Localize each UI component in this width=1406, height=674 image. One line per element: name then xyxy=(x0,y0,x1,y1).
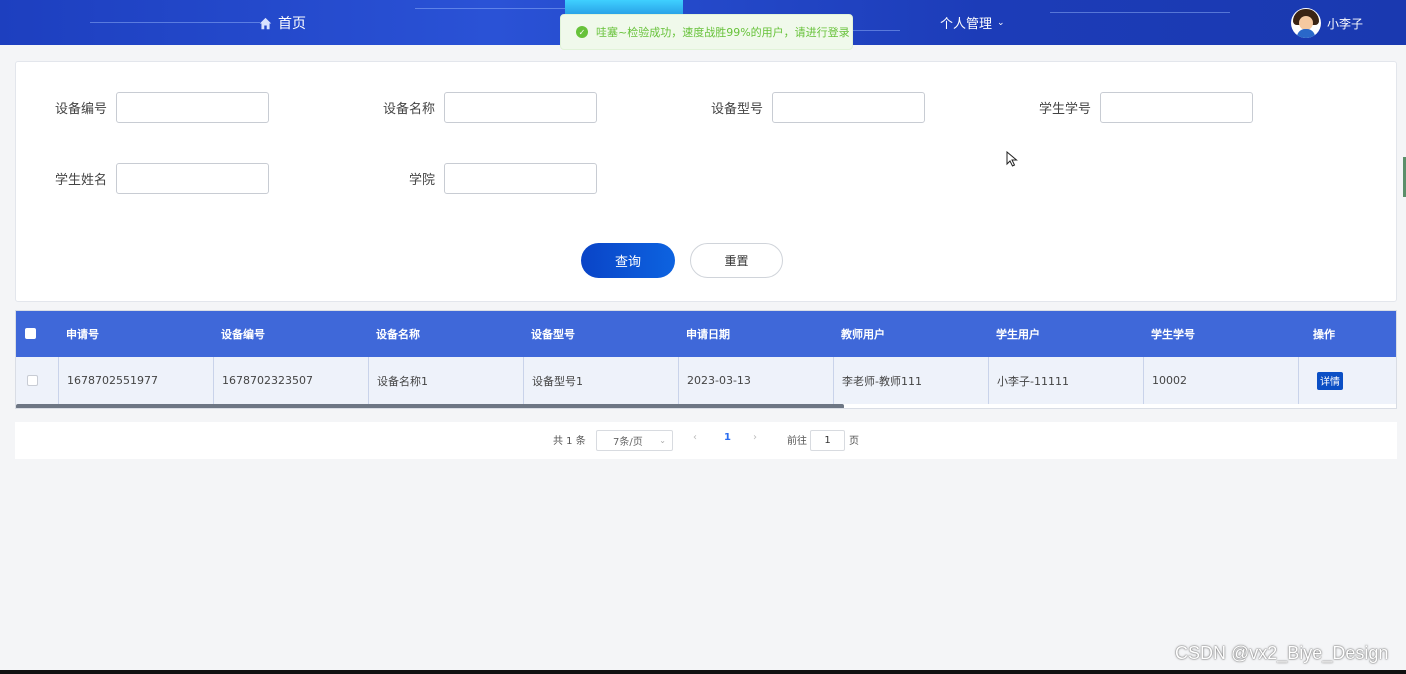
nav-decor-line xyxy=(90,22,260,23)
avatar xyxy=(1291,8,1321,38)
total-count: 共 1 条 xyxy=(553,436,586,447)
column-header: 设备型号 xyxy=(531,328,575,341)
chevron-right-icon[interactable]: › xyxy=(753,432,757,443)
reset-button[interactable]: 重置 xyxy=(690,243,783,278)
page-number-current[interactable]: 1 xyxy=(724,432,731,443)
field-college: 学院 xyxy=(344,163,597,194)
field-student-name: 学生姓名 xyxy=(16,163,269,194)
nav-home-link[interactable]: 首页 xyxy=(259,13,306,33)
nav-decor-line xyxy=(1050,12,1230,13)
query-button[interactable]: 查询 xyxy=(581,243,675,278)
goto-page-input[interactable]: 1 xyxy=(810,430,845,451)
nav-personal-menu[interactable]: 个人管理 ⌄ xyxy=(940,13,1005,32)
field-label: 设备编号 xyxy=(54,102,107,117)
table-cell: 李老师-教师111 xyxy=(833,357,988,404)
field-label: 学院 xyxy=(408,173,435,188)
college-input[interactable] xyxy=(444,163,597,194)
active-tab-glow xyxy=(565,0,683,14)
column-header: 设备编号 xyxy=(221,328,265,341)
table-row: 1678702551977 1678702323507 设备名称1 设备型号1 … xyxy=(16,357,1396,404)
table-cell: 2023-03-13 xyxy=(678,357,833,404)
device-no-input[interactable] xyxy=(116,92,269,123)
table-cell: 1678702323507 xyxy=(213,357,368,404)
user-menu[interactable]: 小李子 xyxy=(1291,8,1363,38)
field-device-model: 设备型号 xyxy=(672,92,925,123)
page-unit-label: 页 xyxy=(849,436,859,447)
page-size-select[interactable]: 7条/页 ⌄ xyxy=(596,430,673,451)
field-label: 设备型号 xyxy=(710,102,763,117)
column-header: 学生用户 xyxy=(996,328,1040,341)
chevron-down-icon: ⌄ xyxy=(659,436,666,445)
goto-label: 前往 xyxy=(787,436,807,447)
table-cell: 小李子-11111 xyxy=(988,357,1143,404)
check-circle-icon: ✓ xyxy=(576,26,588,38)
username: 小李子 xyxy=(1327,16,1364,31)
nav-home-label: 首页 xyxy=(278,16,306,32)
select-all-checkbox[interactable] xyxy=(25,328,36,339)
pagination: 共 1 条 7条/页 ⌄ ‹ 1 › 前往 1 页 xyxy=(15,422,1397,459)
success-toast: ✓ 哇塞~检验成功，速度战胜99%的用户，请进行登录 xyxy=(560,14,853,50)
device-name-input[interactable] xyxy=(444,92,597,123)
chevron-left-icon[interactable]: ‹ xyxy=(693,432,697,443)
watermark-text: CSDN @vx2_Biye_Design xyxy=(1175,643,1389,663)
horizontal-scrollbar[interactable] xyxy=(16,404,844,408)
column-header: 操作 xyxy=(1313,328,1335,341)
column-header: 申请日期 xyxy=(686,328,730,341)
table-cell-actions: 详情 xyxy=(1298,357,1396,404)
device-model-input[interactable] xyxy=(772,92,925,123)
table-cell: 设备型号1 xyxy=(523,357,678,404)
field-device-no: 设备编号 xyxy=(16,92,269,123)
student-name-input[interactable] xyxy=(116,163,269,194)
field-label: 学生学号 xyxy=(1038,102,1091,117)
row-checkbox[interactable] xyxy=(27,375,38,386)
home-icon xyxy=(259,17,272,29)
table-header: 申请号 设备编号 设备名称 设备型号 申请日期 教师用户 学生用户 学生学号 操… xyxy=(16,311,1396,357)
table-cell: 10002 xyxy=(1143,357,1298,404)
column-header: 设备名称 xyxy=(376,328,420,341)
field-label: 设备名称 xyxy=(382,102,435,117)
column-header: 学生学号 xyxy=(1151,328,1195,341)
chevron-down-icon: ⌄ xyxy=(997,17,1005,28)
nav-personal-label: 个人管理 xyxy=(940,17,993,32)
field-student-no: 学生学号 xyxy=(1000,92,1253,123)
page-size-value: 7条/页 xyxy=(613,437,643,448)
field-device-name: 设备名称 xyxy=(344,92,597,123)
column-header: 教师用户 xyxy=(841,328,885,341)
mouse-cursor-icon xyxy=(1006,151,1018,167)
search-panel: 设备编号 设备名称 设备型号 学生学号 学生姓名 学院 查询 重置 xyxy=(15,61,1397,302)
field-label: 学生姓名 xyxy=(54,173,107,188)
table-cell: 1678702551977 xyxy=(58,357,213,404)
student-no-input[interactable] xyxy=(1100,92,1253,123)
nav-decor-line xyxy=(415,8,565,9)
toast-message: 哇塞~检验成功，速度战胜99%的用户，请进行登录 xyxy=(596,26,850,39)
bottom-edge xyxy=(0,670,1406,674)
detail-button[interactable]: 详情 xyxy=(1317,371,1343,390)
table-cell: 设备名称1 xyxy=(368,357,523,404)
column-header: 申请号 xyxy=(66,328,99,341)
data-table: 申请号 设备编号 设备名称 设备型号 申请日期 教师用户 学生用户 学生学号 操… xyxy=(15,310,1397,409)
